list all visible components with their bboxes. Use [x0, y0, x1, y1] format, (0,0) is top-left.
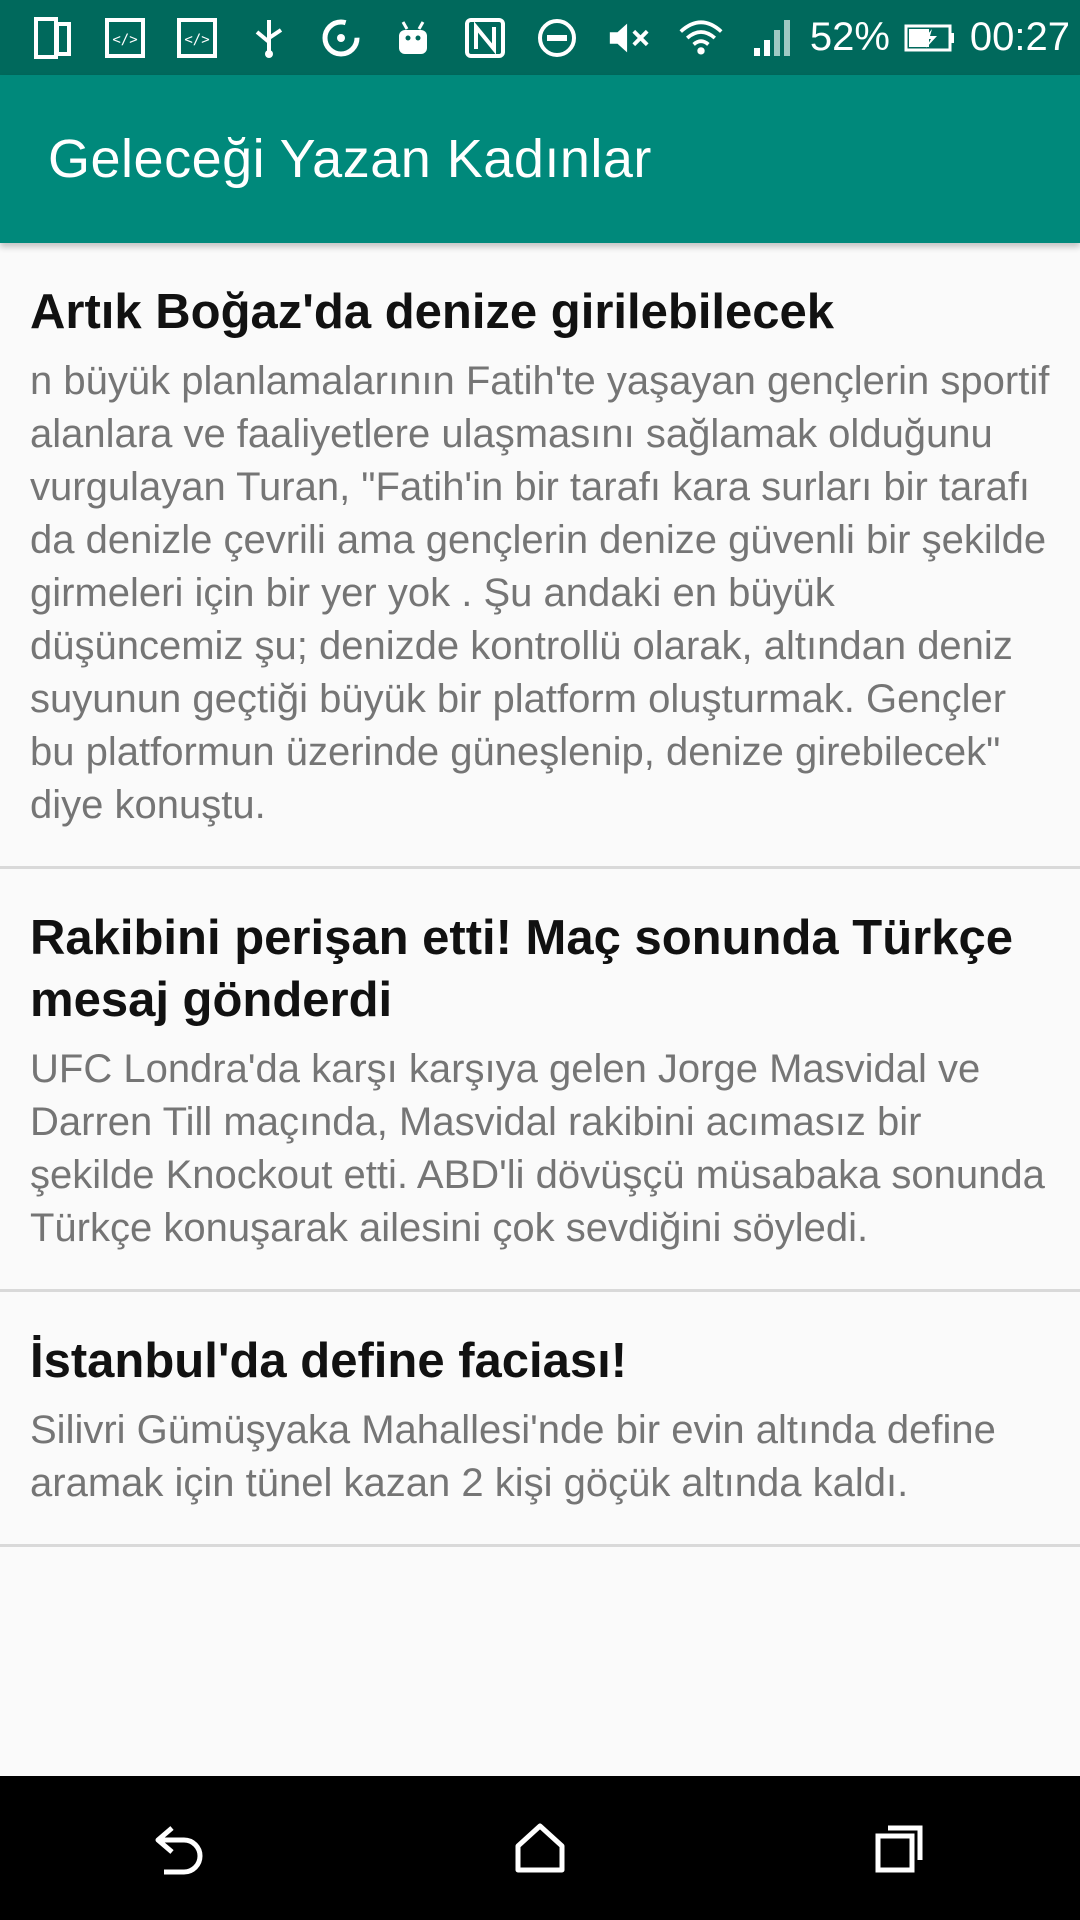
usb-icon [246, 15, 292, 61]
code-icon: </> [102, 15, 148, 61]
news-title: Rakibini perişan etti! Maç sonunda Türkç… [30, 911, 1013, 1027]
status-bar: </> </> 52% 00:27 [0, 0, 1080, 75]
sync-icon [318, 15, 364, 61]
clock: 00:27 [969, 15, 1070, 59]
news-list[interactable]: Artık Boğaz'da denize girilebilecek n bü… [0, 243, 1080, 1776]
news-body: n büyük planlamalarının Fatih'te yaşayan… [30, 359, 1050, 827]
battery-percent: 52% [809, 15, 890, 59]
app-title: Geleceği Yazan Kadınlar [48, 129, 652, 189]
android-icon [390, 15, 436, 61]
back-icon[interactable] [130, 1798, 230, 1898]
battery-charging-icon [904, 15, 956, 61]
news-body: Silivri Gümüşyaka Mahallesi'nde bir evin… [30, 1408, 996, 1505]
home-icon[interactable] [490, 1798, 590, 1898]
news-item[interactable]: Rakibini perişan etti! Maç sonunda Türkç… [0, 869, 1080, 1292]
sim-card-icon [30, 15, 76, 61]
recent-apps-icon[interactable] [850, 1798, 950, 1898]
do-not-disturb-icon [534, 15, 580, 61]
volume-mute-icon [606, 15, 652, 61]
app-bar: Geleceği Yazan Kadınlar [0, 75, 1080, 243]
news-title: İstanbul'da define faciası! [30, 1334, 628, 1388]
navigation-bar [0, 1776, 1080, 1920]
svg-text:</>: </> [184, 32, 209, 48]
nfc-icon [462, 15, 508, 61]
news-item[interactable]: İstanbul'da define faciası! Silivri Gümü… [0, 1292, 1080, 1547]
signal-icon [750, 15, 796, 61]
news-item[interactable]: Artık Boğaz'da denize girilebilecek n bü… [0, 243, 1080, 869]
svg-text:</>: </> [112, 32, 137, 48]
news-title: Artık Boğaz'da denize girilebilecek [30, 285, 835, 339]
wifi-icon [678, 15, 724, 61]
code-icon: </> [174, 15, 220, 61]
news-body: UFC Londra'da karşı karşıya gelen Jorge … [30, 1047, 1045, 1250]
